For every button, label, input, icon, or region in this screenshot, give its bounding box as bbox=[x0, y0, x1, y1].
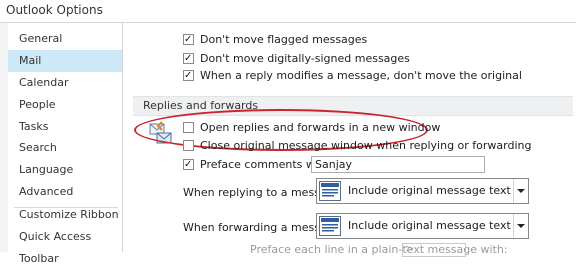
sidebar-item-people[interactable]: People bbox=[8, 94, 122, 116]
message-format-icon bbox=[319, 181, 341, 201]
dont-move-original-label: When a reply modifies a message, don't m… bbox=[200, 69, 522, 82]
dont-move-signed-label: Don't move digitally-signed messages bbox=[200, 52, 410, 65]
replying-dropdown[interactable]: Include original message text bbox=[316, 178, 529, 204]
dont-move-flagged-checkbox[interactable] bbox=[183, 32, 194, 48]
open-new-window-checkbox[interactable] bbox=[183, 122, 194, 133]
forwarding-dropdown-value: Include original message text bbox=[348, 219, 511, 232]
sidebar-item-language[interactable]: Language bbox=[8, 159, 122, 181]
sidebar-item-calendar[interactable]: Calendar bbox=[8, 72, 122, 94]
sidebar-item-advanced[interactable]: Advanced bbox=[8, 181, 122, 203]
dont-move-flagged-label: Don't move flagged messages bbox=[200, 33, 368, 46]
window-title: Outlook Options bbox=[6, 3, 103, 17]
open-new-window-label: Open replies and forwards in a new windo… bbox=[200, 121, 441, 134]
sidebar-item-quick-access-toolbar[interactable]: Quick Access Toolbar bbox=[8, 226, 122, 265]
forwarding-dropdown[interactable]: Include original message text bbox=[316, 213, 529, 239]
sidebar-item-tasks[interactable]: Tasks bbox=[8, 116, 122, 138]
sidebar-item-mail[interactable]: Mail bbox=[8, 50, 122, 72]
sidebar-item-general[interactable]: General bbox=[8, 28, 122, 50]
close-original-label: Close original message window when reply… bbox=[200, 139, 532, 152]
message-format-icon bbox=[319, 216, 341, 236]
title-bar: Outlook Options bbox=[0, 0, 576, 23]
sidebar-item-customize-ribbon[interactable]: Customize Ribbon bbox=[8, 204, 122, 226]
options-sidebar: General Mail Calendar People Tasks Searc… bbox=[8, 23, 123, 265]
dropdown-arrow-icon[interactable] bbox=[513, 214, 528, 238]
prefix-line-input[interactable]: > bbox=[402, 243, 466, 257]
dont-move-original-checkbox[interactable] bbox=[183, 68, 194, 84]
close-original-checkbox[interactable] bbox=[183, 140, 194, 151]
preface-comments-input[interactable]: Sanjay bbox=[311, 156, 485, 173]
preface-comments-checkbox[interactable] bbox=[183, 157, 194, 173]
sidebar-item-search[interactable]: Search bbox=[8, 137, 122, 159]
dont-move-signed-checkbox[interactable] bbox=[183, 51, 194, 67]
dropdown-arrow-icon[interactable] bbox=[513, 179, 528, 203]
replying-dropdown-value: Include original message text bbox=[348, 184, 511, 197]
prefix-line-label: Preface each line in a plain-text messag… bbox=[250, 243, 508, 256]
